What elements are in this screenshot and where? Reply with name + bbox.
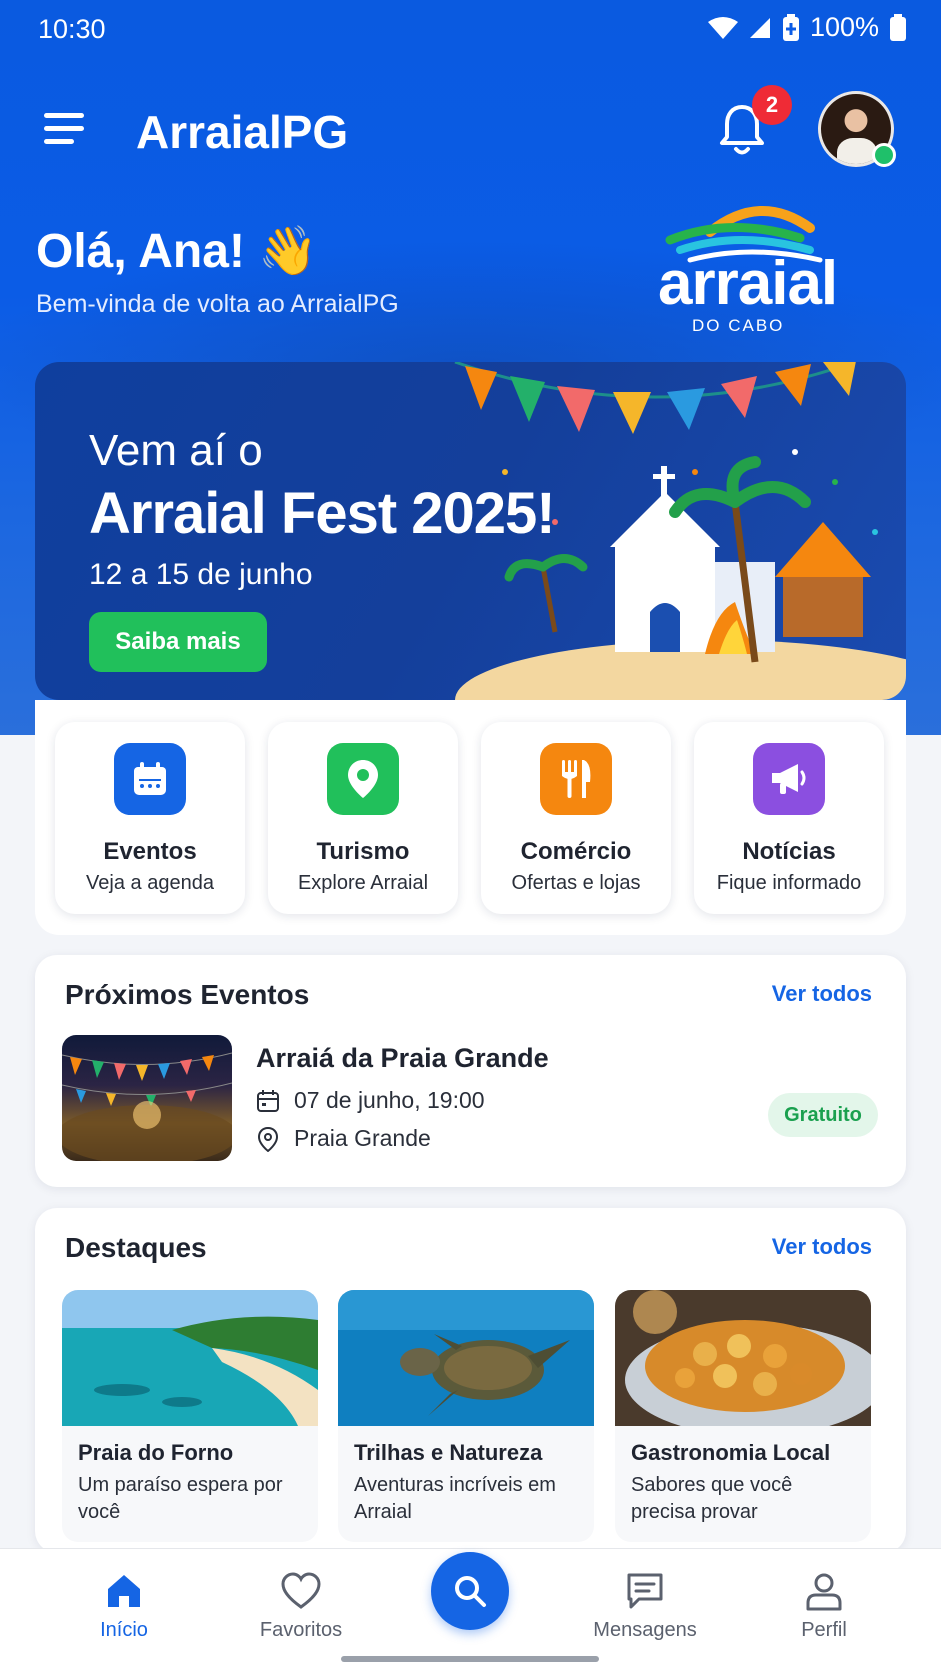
quick-action-title: Turismo (316, 838, 410, 865)
highlight-desc: Sabores que você precisa provar (631, 1474, 793, 1523)
search-icon (455, 1576, 486, 1607)
heart-icon (281, 1572, 321, 1609)
quick-actions-card: Eventos Veja a agenda Turismo Explore Ar… (35, 700, 906, 935)
status-icons: 100% (707, 12, 907, 43)
quick-action-subtitle: Ofertas e lojas (511, 872, 641, 894)
wifi-icon (707, 16, 738, 39)
quick-action-title: Notícias (742, 838, 836, 865)
map-pin-icon (327, 743, 399, 815)
app-title: ArraialPG (136, 106, 349, 158)
nav-favorites[interactable]: Favoritos (231, 1569, 371, 1642)
quick-action-news[interactable]: Notícias Fique informado (694, 722, 884, 914)
greeting-title: Olá, Ana! 👋 (36, 225, 319, 278)
highlight-card-nature[interactable]: Trilhas e Natureza Aventuras incríveis e… (338, 1290, 594, 1542)
turtle-image (338, 1290, 594, 1426)
highlight-card-beach[interactable]: Praia do Forno Um paraíso espera por voc… (62, 1290, 318, 1542)
highlight-title: Gastronomia Local (631, 1440, 831, 1465)
event-date: 07 de junho, 19:00 (294, 1087, 485, 1113)
fork-knife-icon (540, 743, 612, 815)
message-icon (627, 1573, 663, 1609)
menu-icon[interactable] (44, 113, 86, 147)
beach-image (62, 1290, 318, 1426)
quick-action-tourism[interactable]: Turismo Explore Arraial (268, 722, 458, 914)
upcoming-events-card: Próximos Eventos Ver todos Arraiá da Pra… (35, 955, 906, 1187)
calendar-small-icon (257, 1089, 279, 1112)
event-date-row: 07 de junho, 19:00 (256, 1087, 485, 1114)
highlight-desc: Um paraíso espera por você (78, 1474, 283, 1523)
highlight-title: Trilhas e Natureza (354, 1440, 543, 1465)
battery-saver-icon (782, 13, 799, 41)
signal-icon (749, 17, 770, 38)
nav-profile[interactable]: Perfil (754, 1569, 894, 1642)
calendar-icon (114, 743, 186, 815)
quick-action-subtitle: Fique informado (716, 872, 862, 894)
quick-action-events[interactable]: Eventos Veja a agenda (55, 722, 245, 914)
home-indicator (341, 1656, 599, 1662)
person-icon (806, 1573, 842, 1611)
battery-icon (890, 13, 906, 41)
food-image (615, 1290, 871, 1426)
logo-tagline: DO CABO (692, 316, 785, 335)
notification-badge: 2 (752, 85, 792, 125)
nav-messages-label: Mensagens (593, 1619, 697, 1641)
nav-messages[interactable]: Mensagens (575, 1569, 715, 1642)
quick-action-subtitle: Veja a agenda (86, 872, 214, 894)
nav-home[interactable]: Início (54, 1569, 194, 1642)
event-location: Praia Grande (294, 1125, 431, 1151)
festival-banner[interactable]: Vem aí o Arraial Fest 2025! 12 a 15 de j… (35, 362, 906, 700)
quick-action-commerce[interactable]: Comércio Ofertas e lojas (481, 722, 671, 914)
nav-profile-label: Perfil (801, 1619, 847, 1641)
home-icon (108, 1575, 140, 1607)
highlights-card: Destaques Ver todos Praia do Forno Um pa… (35, 1208, 906, 1553)
online-indicator (872, 143, 896, 167)
status-time: 10:30 (38, 14, 106, 44)
quick-action-title: Eventos (103, 838, 197, 865)
see-all-highlights-link[interactable]: Ver todos (772, 1234, 872, 1260)
arraial-logo: arraial DO CABO (650, 198, 870, 338)
top-app-bar: ArraialPG 2 (0, 85, 941, 185)
location-pin-icon (257, 1126, 279, 1152)
banner-title: Arraial Fest 2025! (89, 481, 556, 546)
banner-line1: Vem aí o (89, 426, 263, 475)
section-title: Destaques (65, 1232, 207, 1263)
section-title: Próximos Eventos (65, 979, 310, 1010)
price-badge: Gratuito (768, 1093, 878, 1137)
quick-action-subtitle: Explore Arraial (297, 872, 429, 894)
status-bar: 10:30 100% (0, 0, 941, 60)
see-all-events-link[interactable]: Ver todos (772, 981, 872, 1007)
highlight-desc: Aventuras incríveis em Arraial (354, 1474, 556, 1523)
banner-dates: 12 a 15 de junho (89, 558, 313, 591)
greeting-subtitle: Bem-vinda de volta ao ArraialPG (36, 290, 399, 318)
highlight-title: Praia do Forno (78, 1440, 234, 1465)
event-title[interactable]: Arraiá da Praia Grande (256, 1043, 549, 1074)
nav-favorites-label: Favoritos (259, 1619, 343, 1641)
nav-home-label: Início (100, 1619, 148, 1641)
search-button[interactable] (431, 1552, 509, 1630)
event-thumbnail[interactable] (62, 1035, 232, 1161)
battery-percent: 100% (809, 12, 879, 42)
learn-more-button[interactable]: Saiba mais (89, 612, 267, 672)
highlight-card-food[interactable]: Gastronomia Local Sabores que você preci… (615, 1290, 871, 1542)
event-location-row: Praia Grande (256, 1125, 431, 1152)
megaphone-icon (753, 743, 825, 815)
logo-word: arraial (658, 249, 838, 318)
quick-action-title: Comércio (520, 838, 632, 865)
